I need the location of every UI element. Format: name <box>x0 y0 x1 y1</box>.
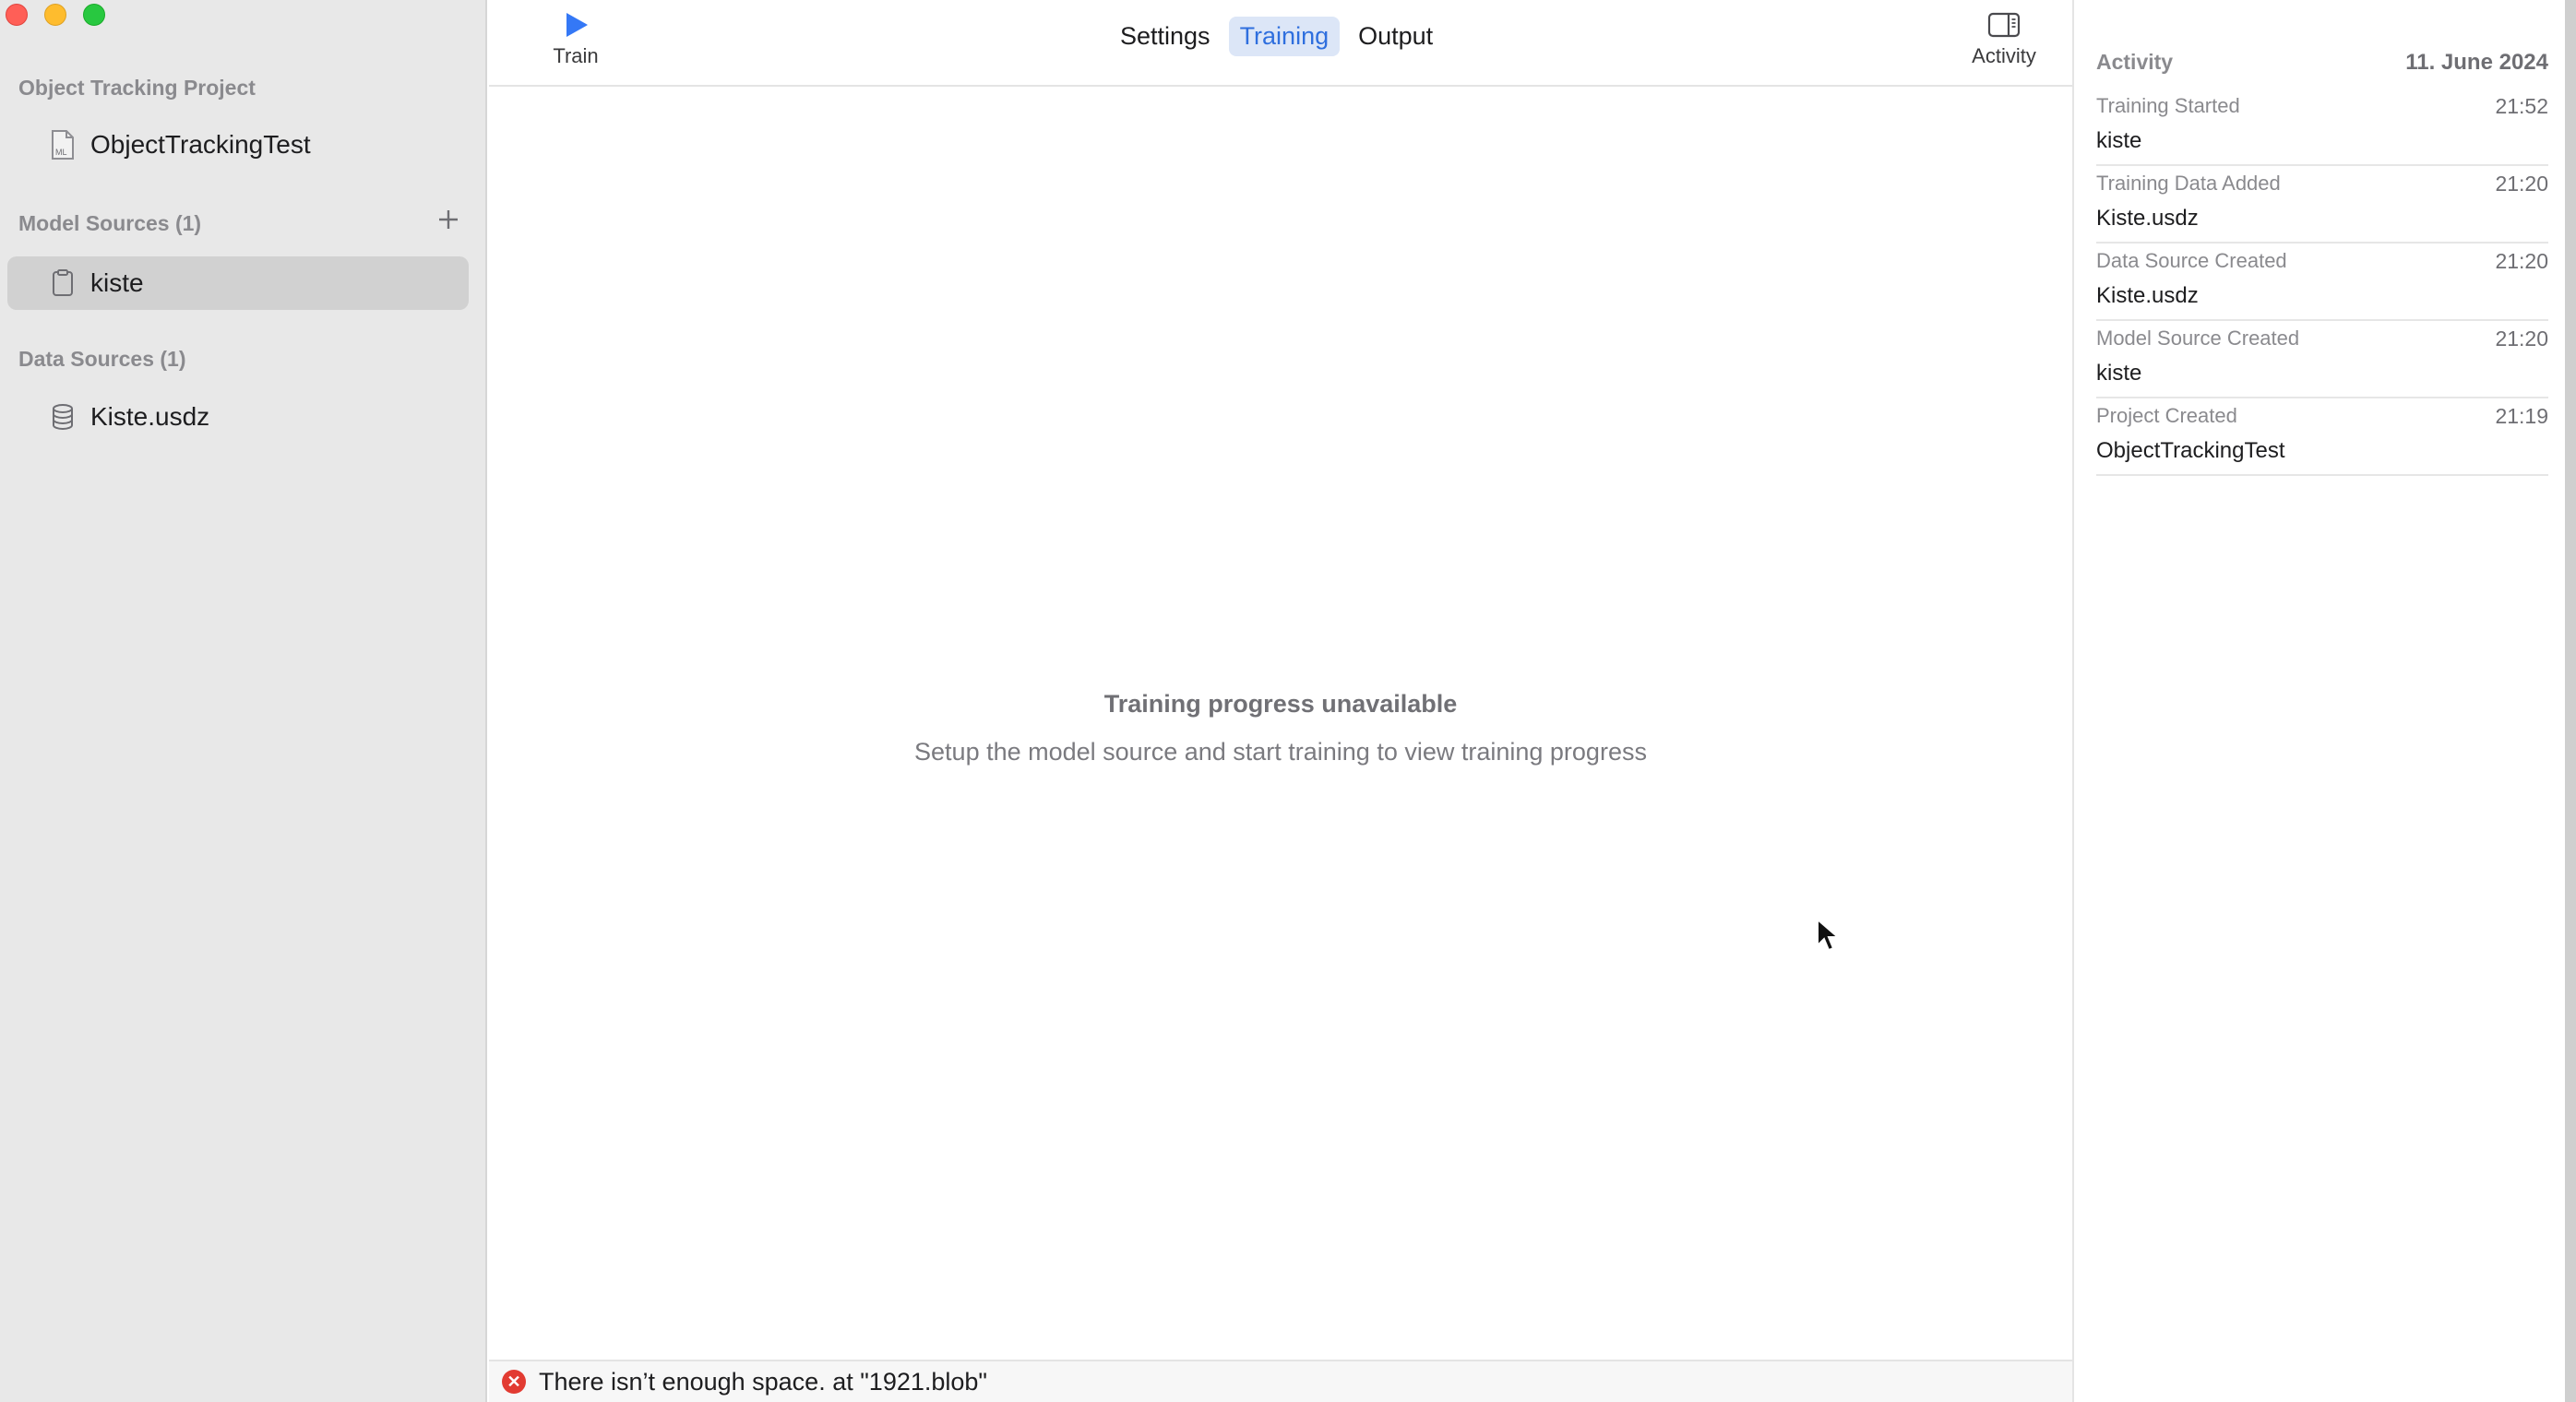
activity-list: Training Started 21:52 kiste Training Da… <box>2096 89 2548 476</box>
activity-time: 21:52 <box>2495 94 2548 118</box>
activity-event: Data Source Created <box>2096 249 2287 272</box>
activity-header: Activity 11. June 2024 <box>2096 50 2548 76</box>
training-content: Training progress unavailable Setup the … <box>489 89 2072 1360</box>
plus-icon <box>439 210 458 229</box>
activity-event: Training Started <box>2096 94 2240 117</box>
activity-time: 21:20 <box>2495 172 2548 196</box>
ml-file-icon: ML <box>50 130 76 160</box>
activity-event: Project Created <box>2096 404 2237 427</box>
database-icon <box>50 402 76 432</box>
project-section-header: Object Tracking Project <box>18 76 256 100</box>
toolbar: Train Settings Training Output Activity <box>489 0 2072 87</box>
activity-subject: kiste <box>2096 128 2142 153</box>
sidebar: Object Tracking Project ML ObjectTrackin… <box>0 0 487 1402</box>
activity-event: Training Data Added <box>2096 172 2281 195</box>
window-controls <box>6 4 105 26</box>
activity-item: Training Data Added 21:20 Kiste.usdz <box>2096 166 2548 244</box>
error-icon: ✕ <box>502 1370 526 1394</box>
tab-settings[interactable]: Settings <box>1109 17 1222 56</box>
tab-output[interactable]: Output <box>1347 17 1444 56</box>
activity-item: Model Source Created 21:20 kiste <box>2096 321 2548 398</box>
activity-panel: Activity 11. June 2024 Training Started … <box>2072 0 2565 1402</box>
activity-item: Data Source Created 21:20 Kiste.usdz <box>2096 244 2548 321</box>
close-window-button[interactable] <box>6 4 28 26</box>
mouse-cursor-icon <box>1817 918 1840 952</box>
tab-training[interactable]: Training <box>1228 17 1341 56</box>
document-icon <box>50 268 76 298</box>
model-sources-header: Model Sources (1) <box>18 211 202 235</box>
activity-time: 21:19 <box>2495 404 2548 428</box>
activity-item: Training Started 21:52 kiste <box>2096 89 2548 166</box>
data-sources-header: Data Sources (1) <box>18 347 186 371</box>
sidebar-item-kiste[interactable]: kiste <box>7 256 469 310</box>
sidebar-item-label: Kiste.usdz <box>90 402 210 431</box>
zoom-window-button[interactable] <box>83 4 105 26</box>
svg-text:ML: ML <box>55 148 67 157</box>
error-bar: ✕ There isn’t enough space. at "1921.blo… <box>489 1360 2072 1402</box>
sidebar-item-project[interactable]: ML ObjectTrackingTest <box>7 118 469 172</box>
minimize-window-button[interactable] <box>44 4 66 26</box>
play-icon <box>566 13 588 37</box>
activity-subject: Kiste.usdz <box>2096 283 2199 308</box>
empty-state-subtitle: Setup the model source and start trainin… <box>914 738 1647 766</box>
train-label: Train <box>553 44 599 67</box>
sidebar-item-label: ObjectTrackingTest <box>90 130 311 159</box>
train-button[interactable]: Train <box>539 11 613 68</box>
add-model-source-button[interactable] <box>434 205 463 234</box>
segmented-tabs: Settings Training Output <box>1109 17 1444 56</box>
activity-subject: kiste <box>2096 361 2142 386</box>
activity-subject: Kiste.usdz <box>2096 206 2199 231</box>
activity-time: 21:20 <box>2495 249 2548 273</box>
empty-state-title: Training progress unavailable <box>1103 690 1458 718</box>
window-edge <box>2565 0 2576 1402</box>
activity-time: 21:20 <box>2495 327 2548 350</box>
sidebar-item-label: kiste <box>90 268 144 297</box>
activity-label: Activity <box>1972 44 2036 67</box>
sidebar-right-icon <box>1987 12 2021 38</box>
sidebar-item-kiste-usdz[interactable]: Kiste.usdz <box>7 390 469 444</box>
activity-date: 11. June 2024 <box>2405 50 2548 75</box>
error-message: There isn’t enough space. at "1921.blob" <box>539 1367 987 1396</box>
activity-toggle-button[interactable]: Activity <box>1958 11 2050 68</box>
activity-item: Project Created 21:19 ObjectTrackingTest <box>2096 398 2548 476</box>
activity-event: Model Source Created <box>2096 327 2300 350</box>
activity-title: Activity <box>2096 50 2174 74</box>
activity-subject: ObjectTrackingTest <box>2096 438 2285 463</box>
